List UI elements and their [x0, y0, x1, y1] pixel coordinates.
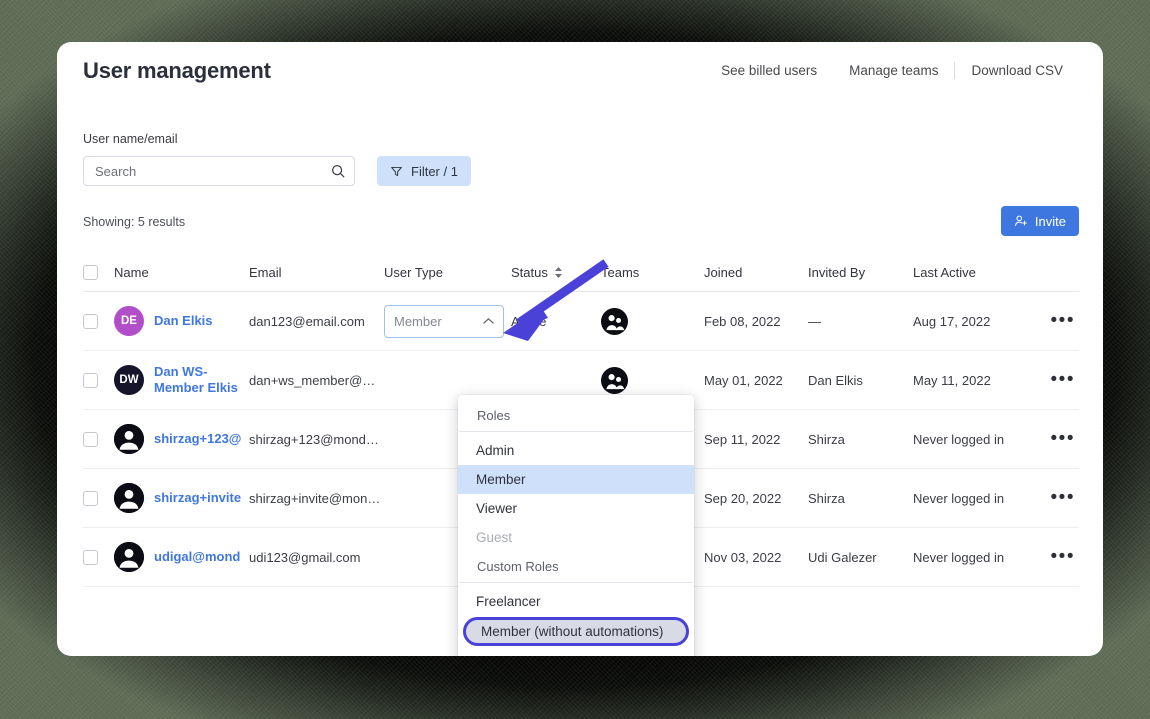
results-count: Showing: 5 results	[83, 215, 186, 229]
manage-teams-link[interactable]: Manage teams	[833, 63, 954, 78]
user-email: dan123@email.com	[249, 313, 365, 329]
filter-button-label: Filter / 1	[411, 163, 458, 179]
filter-button[interactable]: Filter / 1	[377, 156, 471, 186]
user-name-cell: DE Dan Elkis	[114, 306, 249, 336]
select-all-checkbox[interactable]	[83, 265, 98, 280]
user-status: Active	[511, 313, 547, 329]
dropdown-group-label-roles: Roles	[459, 401, 693, 432]
user-type-cell: Member	[384, 304, 511, 338]
header-links: See billed users Manage teams Download C…	[705, 62, 1079, 79]
column-header-joined[interactable]: Joined	[704, 265, 808, 280]
dropdown-item-member-without-automations[interactable]: Member (without automations)	[463, 617, 689, 646]
column-header-teams[interactable]: Teams	[601, 265, 704, 280]
user-name-link[interactable]: udigal@mond	[154, 549, 240, 565]
dropdown-group-label-custom-roles: Custom Roles	[459, 552, 693, 583]
last-active: Never logged in	[913, 490, 1005, 506]
user-name-link[interactable]: Dan WS-Member Elkis	[154, 364, 246, 396]
invite-button-label: Invite	[1034, 213, 1066, 229]
sort-updown-icon[interactable]	[554, 266, 563, 279]
user-email: shirzag+invite@mon…	[249, 490, 381, 506]
more-horizontal-icon[interactable]: •••	[1051, 311, 1075, 330]
user-name-link[interactable]: shirzag+invite	[154, 490, 241, 506]
search-icon[interactable]	[331, 164, 345, 178]
dropdown-item-member[interactable]: Member	[458, 465, 694, 494]
last-active: Never logged in	[913, 549, 1005, 565]
user-name-link[interactable]: Dan Elkis	[154, 313, 213, 329]
more-horizontal-icon[interactable]: •••	[1051, 370, 1075, 389]
user-name-cell: DW Dan WS-Member Elkis	[114, 364, 249, 396]
column-header-user-type[interactable]: User Type	[384, 265, 511, 280]
teams-cell	[601, 366, 704, 394]
more-horizontal-icon[interactable]: •••	[1051, 488, 1075, 507]
dropdown-item-viewer[interactable]: Viewer	[458, 494, 694, 523]
funnel-icon	[390, 165, 403, 178]
column-header-email[interactable]: Email	[249, 265, 384, 280]
user-email: dan+ws_member@…	[249, 372, 376, 388]
user-name-link[interactable]: shirzag+123@	[154, 431, 241, 447]
user-email: shirzag+123@mond…	[249, 431, 379, 447]
invited-by: Udi Galezer	[808, 549, 877, 565]
user-name-cell: udigal@mond	[114, 542, 249, 572]
table-header-row: Name Email User Type Status Teams Joined…	[83, 254, 1079, 292]
user-email: udi123@gmail.com	[249, 549, 361, 565]
dropdown-item-admin[interactable]: Admin	[458, 436, 694, 465]
person-add-icon	[1014, 214, 1028, 228]
joined-date: May 01, 2022	[704, 372, 783, 388]
invited-by: Dan Elkis	[808, 372, 863, 388]
search-input[interactable]	[93, 162, 331, 180]
column-header-status-label: Status	[511, 265, 548, 280]
column-header-invited-by[interactable]: Invited By	[808, 265, 913, 280]
last-active: May 11, 2022	[913, 372, 991, 388]
user-type-select[interactable]: Member	[384, 304, 504, 338]
user-name-cell: shirzag+invite	[114, 483, 249, 513]
invited-by: —	[808, 313, 821, 329]
row-checkbox[interactable]	[83, 431, 98, 447]
dropdown-item-freelancer[interactable]: Freelancer	[458, 587, 694, 616]
joined-date: Sep 20, 2022	[704, 490, 782, 506]
avatar: DW	[114, 365, 144, 395]
column-header-status[interactable]: Status	[511, 265, 601, 280]
last-active: Never logged in	[913, 431, 1005, 447]
search-field-label: User name/email	[83, 132, 178, 146]
user-type-value: Member	[394, 313, 442, 329]
more-horizontal-icon[interactable]: •••	[1051, 429, 1075, 448]
avatar	[114, 483, 144, 513]
avatar	[114, 424, 144, 454]
role-dropdown-menu[interactable]: Roles Admin Member Viewer Guest Custom R…	[458, 395, 694, 656]
invited-by: Shirza	[808, 431, 845, 447]
team-avatar-icon[interactable]	[601, 307, 628, 335]
column-header-last-active[interactable]: Last Active	[913, 265, 1038, 280]
joined-date: Sep 11, 2022	[704, 431, 781, 447]
avatar	[114, 542, 144, 572]
dropdown-item-guest: Guest	[476, 530, 513, 545]
row-checkbox[interactable]	[83, 372, 98, 388]
dropdown-item-nivs-role[interactable]: Niv's role	[458, 647, 694, 656]
select-all-cell	[83, 265, 114, 280]
avatar-initials: DW	[119, 374, 139, 386]
more-horizontal-icon[interactable]: •••	[1051, 547, 1075, 566]
teams-cell	[601, 307, 704, 335]
joined-date: Nov 03, 2022	[704, 549, 782, 565]
see-billed-users-link[interactable]: See billed users	[705, 63, 833, 78]
search-box[interactable]	[83, 156, 355, 186]
joined-date: Feb 08, 2022	[704, 313, 781, 329]
column-header-name[interactable]: Name	[114, 265, 249, 280]
team-avatar-icon[interactable]	[601, 366, 628, 394]
table-row: DE Dan Elkis dan123@email.com Member Act…	[83, 292, 1079, 351]
avatar: DE	[114, 306, 144, 336]
user-name-cell: shirzag+123@	[114, 424, 249, 454]
row-checkbox[interactable]	[83, 549, 98, 565]
user-management-card: User management See billed users Manage …	[57, 42, 1103, 656]
row-checkbox[interactable]	[83, 313, 98, 329]
last-active: Aug 17, 2022	[913, 313, 991, 329]
chevron-up-icon[interactable]	[483, 317, 494, 325]
download-csv-link[interactable]: Download CSV	[955, 63, 1079, 78]
invited-by: Shirza	[808, 490, 845, 506]
card-header: User management See billed users Manage …	[57, 42, 1103, 104]
avatar-initials: DE	[121, 315, 137, 327]
invite-button[interactable]: Invite	[1000, 206, 1079, 236]
row-checkbox[interactable]	[83, 490, 98, 506]
page-title: User management	[83, 58, 271, 83]
